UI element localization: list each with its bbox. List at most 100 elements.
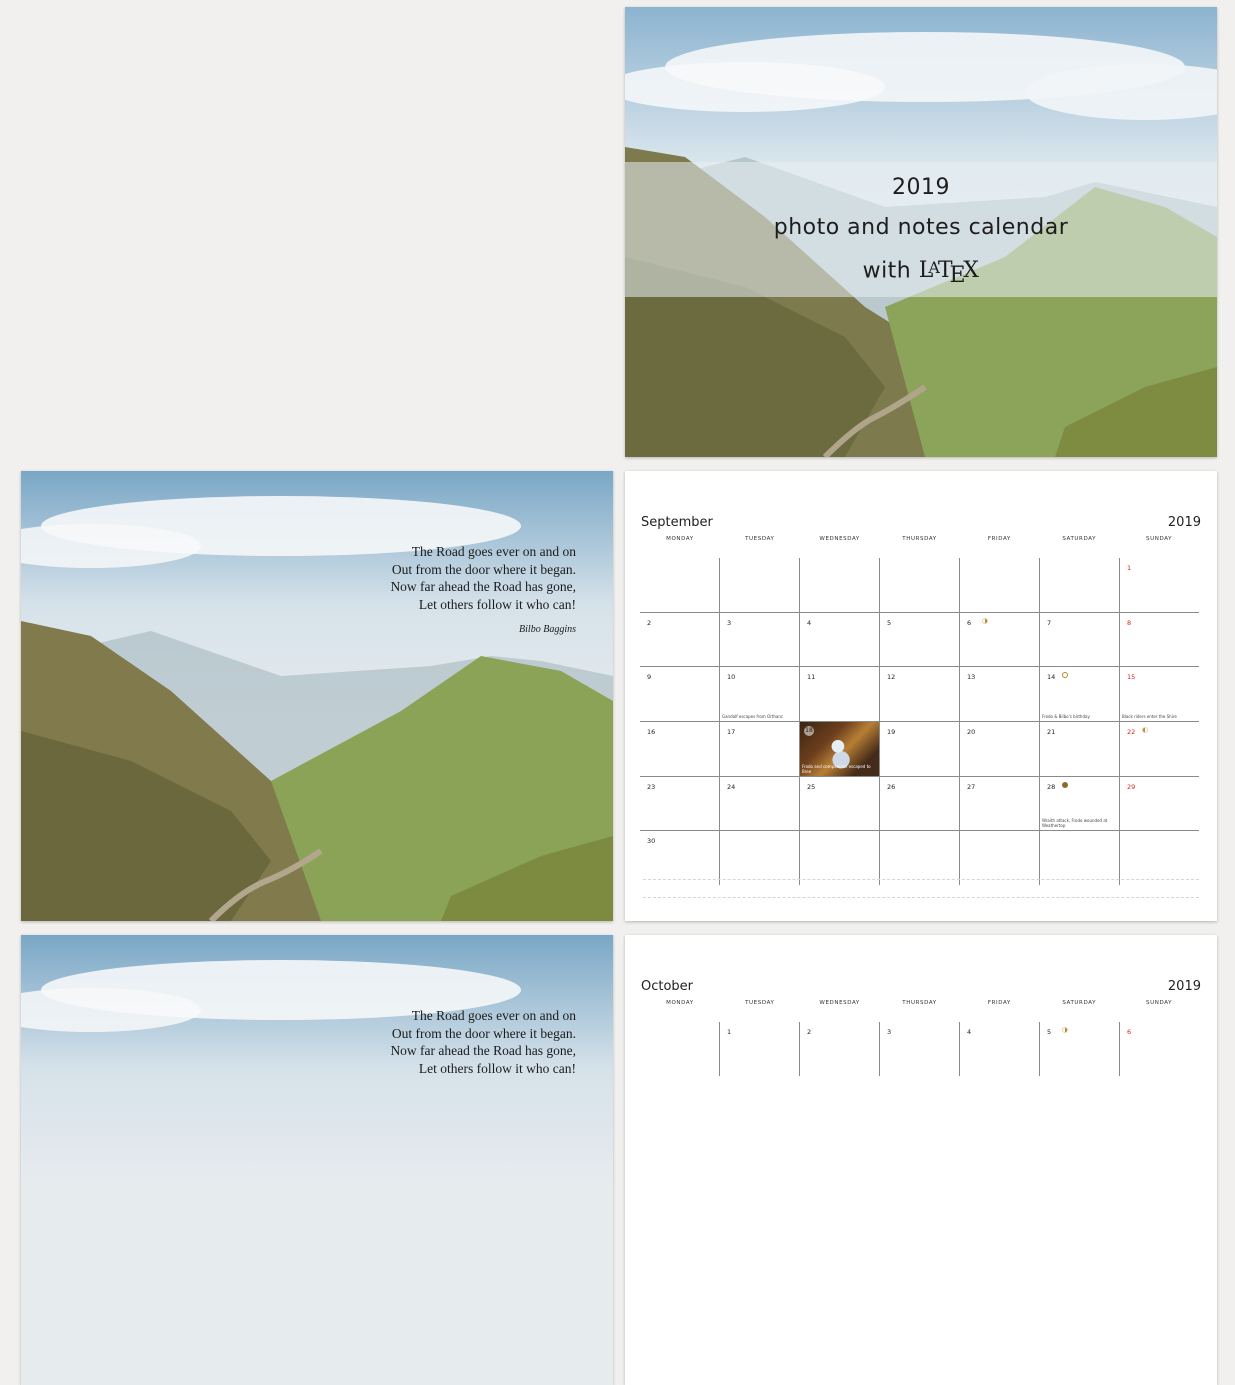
day-cell bbox=[719, 558, 799, 612]
day-cell: 2 bbox=[640, 613, 719, 667]
poem-page: The Road goes ever on and on Out from th… bbox=[21, 471, 613, 921]
weekday-label: THURSDAY bbox=[902, 536, 937, 542]
day-cell bbox=[959, 558, 1039, 612]
october-calendar-page: October 2019 MONDAY TUESDAY WEDNESDAY TH… bbox=[625, 935, 1217, 1385]
september-calendar-page: September 2019 MONDAY TUESDAY WEDNESDAY … bbox=[625, 471, 1217, 921]
calendar-header: October 2019 bbox=[641, 979, 1201, 995]
day-cell bbox=[719, 831, 799, 886]
day-cell: 1 bbox=[719, 1022, 799, 1076]
day-number: 4 bbox=[807, 618, 812, 627]
calendar-week-row: 2 3 4 5 6 7 8 bbox=[640, 612, 1199, 668]
poem-author: Bilbo Baggins bbox=[519, 624, 576, 635]
day-number: 6 bbox=[967, 618, 972, 627]
day-cell: 12 bbox=[879, 667, 959, 722]
day-note: Gandalf escapes from Orthanc bbox=[722, 714, 784, 720]
day-cell: 10 Gandalf escapes from Orthanc bbox=[719, 667, 799, 722]
poem-line: The Road goes ever on and on bbox=[411, 544, 576, 559]
moon-phase-icon bbox=[1062, 672, 1068, 679]
day-cell bbox=[879, 831, 959, 886]
poem-line: Now far ahead the Road has gone, bbox=[390, 579, 576, 594]
calendar-week-row: 9 10 Gandalf escapes from Orthanc 11 12 13 14 F… bbox=[640, 667, 1199, 723]
weekday-label: WEDNESDAY bbox=[819, 1000, 860, 1006]
landscape-photo bbox=[21, 935, 613, 1385]
day-number: 29 bbox=[1127, 782, 1136, 791]
day-number: 20 bbox=[967, 728, 976, 737]
day-number: 25 bbox=[807, 782, 816, 791]
moon-phase-icon bbox=[1062, 781, 1068, 788]
weekday-header: MONDAY TUESDAY WEDNESDAY THURSDAY FRIDAY… bbox=[640, 536, 1199, 546]
day-number: 2 bbox=[647, 618, 652, 627]
day-cell: 5 bbox=[879, 612, 959, 667]
day-cell: 26 bbox=[879, 776, 959, 831]
weekday-label: FRIDAY bbox=[987, 536, 1011, 542]
day-cell: 11 bbox=[799, 667, 879, 722]
day-cell: 4 bbox=[959, 1022, 1039, 1076]
day-note: Wraith attack, Frodo wounded at Weathert… bbox=[1042, 818, 1108, 829]
day-note: Frodo & Bilbo's birthday bbox=[1042, 714, 1090, 720]
day-cell: 29 bbox=[1119, 776, 1199, 831]
day-cell: 24 bbox=[719, 776, 799, 831]
day-cell: 6 bbox=[959, 612, 1039, 667]
notes-line bbox=[643, 879, 1199, 880]
day-cell: 22 bbox=[1119, 722, 1199, 776]
day-number: 3 bbox=[727, 618, 732, 627]
day-cell bbox=[1039, 831, 1119, 886]
weekday-label: WEDNESDAY bbox=[819, 536, 860, 542]
day-note: Frodo and companions escaped to Bree bbox=[802, 763, 871, 774]
calendar-week-row: 16 17 18 Frodo and companions escaped to Br… bbox=[640, 722, 1199, 777]
day-cell: 18 Frodo and companions escaped to Bree bbox=[799, 722, 879, 776]
moon-phase-icon bbox=[1062, 1027, 1068, 1033]
day-number: 12 bbox=[887, 673, 896, 682]
poem-line: Out from the door where it began. bbox=[391, 561, 576, 577]
day-cell: 13 bbox=[959, 667, 1039, 722]
day-cell bbox=[959, 831, 1039, 886]
day-cell bbox=[1119, 831, 1199, 886]
day-number: 1 bbox=[727, 1028, 732, 1036]
poem-line: Now far ahead the Road has gone, bbox=[390, 1043, 576, 1058]
poem: The Road goes ever on and on Out from th… bbox=[390, 1007, 576, 1077]
day-number: 15 bbox=[1127, 673, 1136, 682]
day-number: 30 bbox=[647, 837, 656, 846]
weekday-label: MONDAY bbox=[666, 1000, 694, 1006]
day-number: 8 bbox=[1127, 618, 1132, 627]
day-cell: 4 bbox=[799, 612, 879, 667]
calendar-week-row: 1 bbox=[640, 558, 1199, 613]
calendar-grid: 1 2 3 4 5 6 7 8 9 10 Gandalf escapes from Orthanc 1… bbox=[640, 558, 1199, 886]
day-cell: 14 Frodo & Bilbo's birthday bbox=[1039, 667, 1119, 722]
day-cell: 16 bbox=[640, 722, 719, 776]
moon-phase-icon bbox=[1142, 727, 1148, 734]
weekday-label: FRIDAY bbox=[987, 1000, 1011, 1006]
moon-phase-icon bbox=[982, 617, 988, 624]
day-number: 11 bbox=[807, 673, 816, 682]
day-number: 16 bbox=[647, 728, 656, 737]
poem-line: The Road goes ever on and on bbox=[411, 1008, 576, 1023]
weekday-label: SATURDAY bbox=[1062, 536, 1097, 542]
cover-page: 2019 photo and notes calendar with LATEX bbox=[625, 7, 1217, 457]
day-number: 14 bbox=[1047, 673, 1056, 682]
day-cell bbox=[879, 558, 959, 612]
day-cell: 7 bbox=[1039, 612, 1119, 667]
day-number: 26 bbox=[887, 782, 896, 791]
cover-title-band: 2019 photo and notes calendar with LATEX bbox=[625, 162, 1217, 297]
calendar-header: September 2019 bbox=[641, 515, 1201, 531]
calendar-year: 2019 bbox=[1167, 979, 1201, 994]
cover-year: 2019 bbox=[892, 174, 950, 200]
weekday-label: TUESDAY bbox=[745, 536, 775, 542]
day-cell: 21 bbox=[1039, 722, 1119, 776]
day-number: 28 bbox=[1047, 782, 1056, 791]
weekday-label: SATURDAY bbox=[1062, 1000, 1097, 1006]
day-cell: 19 bbox=[879, 722, 959, 776]
cover-with: with bbox=[862, 258, 912, 284]
day-number: 5 bbox=[887, 618, 892, 627]
landscape-photo bbox=[21, 471, 613, 921]
poem: The Road goes ever on and on Out from th… bbox=[390, 543, 576, 639]
day-number: 18 bbox=[804, 726, 814, 737]
day-cell bbox=[799, 558, 879, 612]
day-cell: 20 bbox=[959, 722, 1039, 776]
day-number: 2 bbox=[807, 1028, 812, 1036]
day-number: 24 bbox=[727, 782, 736, 791]
month-name: September bbox=[641, 515, 713, 530]
day-number: 19 bbox=[887, 728, 896, 737]
day-number: 21 bbox=[1047, 728, 1056, 737]
day-cell: 15 Black riders enter the Shire bbox=[1119, 667, 1199, 722]
